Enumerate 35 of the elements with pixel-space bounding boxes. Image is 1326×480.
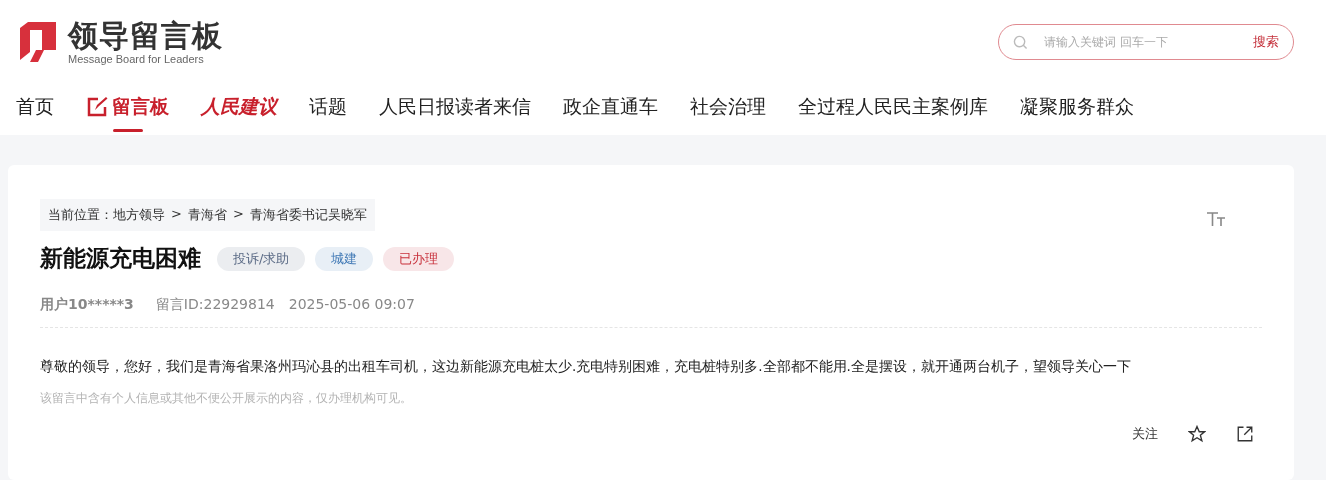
star-icon[interactable] xyxy=(1188,425,1206,443)
logo-title: 领导留言板 xyxy=(68,19,223,53)
message-body: 尊敬的领导，您好，我们是青海省果洛州玛沁县的出租车司机，这边新能源充电桩太少.充电特别困难，充电桩特别多.全部都不能用.全是摆设，就开通两台机子，望领导关心一下 xyxy=(40,357,1132,376)
nav-tab[interactable]: 人民建议 xyxy=(201,94,277,132)
message-tag: 投诉/求助 xyxy=(217,246,306,271)
search-button[interactable]: 搜索 xyxy=(1253,33,1279,51)
active-underline xyxy=(112,129,143,132)
breadcrumb-link[interactable]: 青海省委书记吴晓军 xyxy=(249,206,367,224)
nav-tab[interactable]: 政企直通车 xyxy=(563,94,658,132)
breadcrumb-link[interactable]: 青海省 xyxy=(187,206,227,224)
nav-tab-label: 留言板 xyxy=(112,94,169,119)
breadcrumb-prefix: 当前位置： xyxy=(48,206,113,224)
privacy-notice: 该留言中含有个人信息或其他不便公开展示的内容，仅办理机构可见。 xyxy=(40,390,413,407)
message-tag: 已办理 xyxy=(383,246,455,271)
breadcrumb-separator: > xyxy=(232,206,244,223)
share-icon[interactable] xyxy=(1236,425,1254,443)
nav-tab[interactable]: 话题 xyxy=(309,94,347,132)
nav-tab[interactable]: 社会治理 xyxy=(690,94,766,132)
author-name: 用户10*****3 xyxy=(40,296,134,314)
nav-tab[interactable]: 首页 xyxy=(16,94,54,132)
breadcrumb-separator: > xyxy=(171,206,182,223)
breadcrumb-link[interactable]: 地方领导 xyxy=(113,206,165,224)
pencil-note-icon xyxy=(86,96,108,118)
font-size-icon[interactable] xyxy=(1206,211,1226,227)
nav-tab[interactable]: 留言板 xyxy=(86,94,169,132)
follow-button[interactable]: 关注 xyxy=(1132,425,1158,443)
message-title: 新能源充电困难 xyxy=(40,244,201,273)
nav-tab[interactable]: 人民日报读者来信 xyxy=(379,94,531,132)
message-id: 留言ID:22929814 xyxy=(155,296,275,314)
nav-tab[interactable]: 全过程人民民主案例库 xyxy=(798,94,988,132)
message-time: 2025-05-06 09:07 xyxy=(288,296,415,314)
message-tag: 城建 xyxy=(315,246,374,271)
nav-tab[interactable]: 凝聚服务群众 xyxy=(1020,94,1134,132)
search-icon xyxy=(1013,34,1028,50)
logo-subtitle: Message Board for Leaders xyxy=(68,53,205,65)
